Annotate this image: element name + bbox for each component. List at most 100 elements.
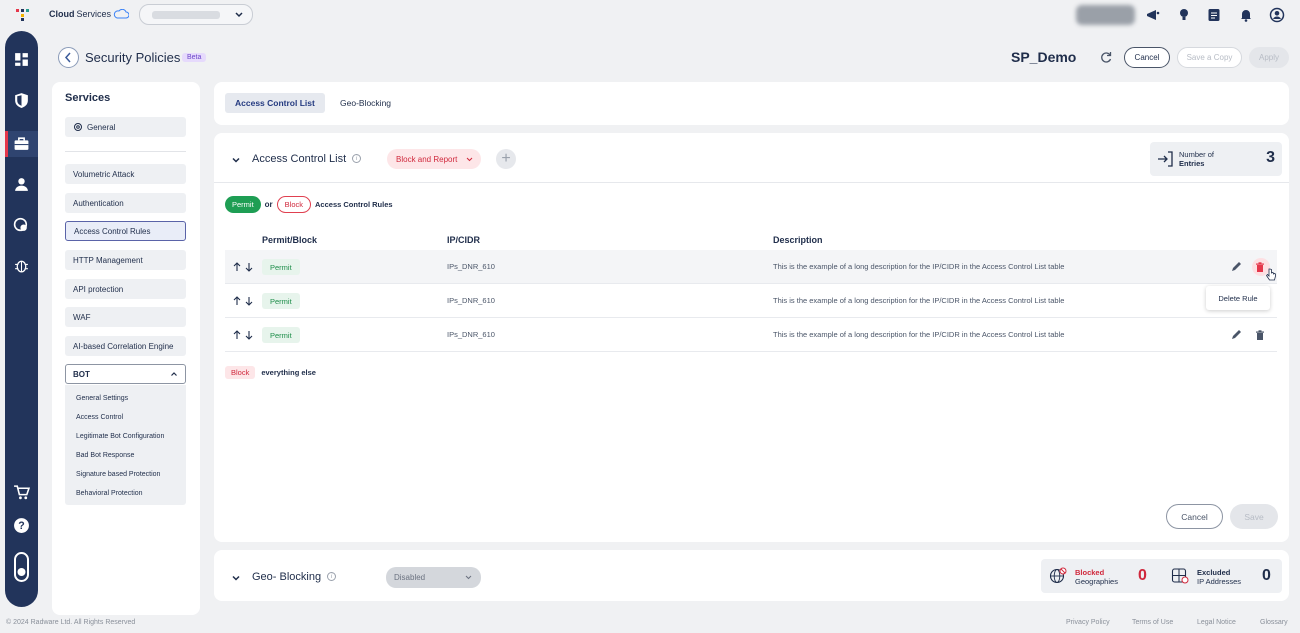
geo-blocking-title: Geo- Blocking (252, 571, 322, 583)
glossary-link[interactable]: Glossary (1260, 619, 1288, 626)
reorder-arrows-icon[interactable] (233, 296, 255, 306)
cloud-icon (113, 9, 130, 19)
sidebar-item-label: BOT (73, 369, 90, 379)
info-icon[interactable]: i (352, 154, 361, 163)
account-selector[interactable] (139, 4, 253, 25)
acl-legend: Permit or Block Access Control Rules (225, 196, 393, 213)
block-badge: Block (225, 366, 256, 379)
apply-button[interactable]: Apply (1249, 47, 1289, 68)
page-title: Security Policies (85, 50, 181, 65)
sidebar-divider (65, 151, 186, 152)
description-value: This is the example of a long descriptio… (773, 262, 1065, 271)
brand-name-rest: Services (76, 9, 112, 19)
terms-of-use-link[interactable]: Terms of Use (1132, 619, 1173, 626)
notes-icon[interactable] (1206, 7, 1222, 23)
megaphone-icon[interactable] (1145, 7, 1161, 23)
excluded-ip-count: 0 (1262, 567, 1271, 584)
legal-notice-link[interactable]: Legal Notice (1197, 619, 1236, 626)
sidebar-item-api-protection[interactable]: API protection (65, 279, 186, 299)
chevron-down-icon (235, 12, 243, 18)
hand-cursor-icon (1265, 268, 1276, 281)
sidebar-item-authentication[interactable]: Authentication (65, 193, 186, 213)
trash-icon[interactable] (1254, 329, 1266, 341)
beta-badge: Beta (182, 53, 207, 62)
back-button[interactable] (58, 47, 79, 68)
table-row[interactable]: Permit IPs_DNR_610 This is the example o… (225, 284, 1277, 318)
table-row[interactable]: Permit IPs_DNR_610 This is the example o… (225, 318, 1277, 352)
sidebar-item-volumetric-attack[interactable]: Volumetric Attack (65, 164, 186, 184)
globe-block-icon (1049, 567, 1067, 584)
acl-cancel-button[interactable]: Cancel (1166, 504, 1223, 529)
top-bar: Cloud Services (0, 0, 1300, 30)
user-avatar-icon[interactable] (1269, 7, 1285, 23)
footer: © 2024 Radware Ltd. All Rights Reserved … (0, 617, 1300, 633)
acl-title: Access Control List (252, 153, 347, 165)
privacy-policy-link[interactable]: Privacy Policy (1066, 619, 1110, 626)
navigation-rail: ? (5, 31, 38, 607)
acl-save-button[interactable]: Save (1230, 504, 1278, 529)
tab-access-control-list[interactable]: Access Control List (225, 93, 325, 113)
blocked-label-1: Blocked (1075, 568, 1105, 577)
reorder-arrows-icon[interactable] (233, 330, 255, 340)
bell-icon[interactable] (1238, 7, 1254, 23)
tab-geo-blocking[interactable]: Geo-Blocking (330, 93, 401, 113)
sidebar-item-http-management[interactable]: HTTP Management (65, 250, 186, 270)
geo-stats: Blocked Geographies 0 Excluded IP Addresse… (1041, 559, 1282, 593)
sidebar-item-bot[interactable]: BOT (65, 364, 186, 384)
shield-icon[interactable] (13, 92, 30, 109)
sidebar-item-general[interactable]: General (65, 117, 186, 137)
bot-submenu: General Settings Access Control Legitima… (65, 385, 186, 505)
reorder-arrows-icon[interactable] (233, 262, 255, 272)
chevron-down-icon (466, 157, 473, 162)
dashboard-icon[interactable] (13, 51, 30, 68)
analytics-icon[interactable] (13, 216, 30, 233)
pencil-icon[interactable] (1230, 261, 1242, 273)
column-header-ip-cidr: IP/CIDR (447, 235, 481, 245)
sidebar-item-waf[interactable]: WAF (65, 307, 186, 327)
bot-sub-behavioral-protection[interactable]: Behavioral Protection (76, 490, 143, 497)
refresh-icon[interactable] (1099, 50, 1113, 64)
add-rule-button[interactable]: + (496, 149, 516, 169)
chevron-down-icon[interactable] (231, 155, 241, 165)
import-icon (1158, 151, 1173, 167)
entries-label-2: Entries (1179, 159, 1205, 168)
table-row[interactable]: Permit IPs_DNR_610 This is the example o… (225, 250, 1277, 284)
bug-icon[interactable] (13, 257, 30, 274)
entries-label-1: Number of (1179, 150, 1215, 159)
bot-sub-access-control[interactable]: Access Control (76, 414, 123, 421)
app-launcher-icon[interactable] (15, 8, 31, 22)
sidebar-item-access-control-rules[interactable]: Access Control Rules (65, 221, 186, 241)
chevron-left-icon (64, 52, 71, 63)
lightbulb-icon[interactable] (1176, 7, 1192, 23)
bot-sub-signature-protection[interactable]: Signature based Protection (76, 471, 160, 478)
save-copy-button[interactable]: Save a Copy (1177, 47, 1242, 68)
chevron-down-icon[interactable] (231, 573, 241, 583)
geo-status-select[interactable]: Disabled (386, 567, 481, 588)
entries-count: 3 (1266, 149, 1275, 166)
pencil-icon[interactable] (1230, 329, 1242, 341)
theme-toggle-icon[interactable] (12, 552, 31, 582)
bot-sub-bad-bot-response[interactable]: Bad Bot Response (76, 452, 134, 459)
blocked-geographies-label: Blocked Geographies (1075, 568, 1118, 586)
bot-sub-legitimate-bot[interactable]: Legitimate Bot Configuration (76, 433, 164, 440)
ip-cidr-value: IPs_DNR_610 (447, 262, 495, 271)
info-icon[interactable]: i (327, 572, 336, 581)
briefcase-icon[interactable] (13, 135, 30, 152)
bot-sub-general-settings[interactable]: General Settings (76, 395, 128, 402)
excluded-label-2: IP Addresses (1197, 577, 1242, 586)
sidebar-item-ai-correlation[interactable]: AI-based Correlation Engine (65, 336, 186, 356)
cancel-button[interactable]: Cancel (1124, 47, 1170, 68)
delete-rule-tooltip: Delete Rule (1206, 286, 1270, 310)
default-rule-text: everything else (261, 368, 316, 377)
help-icon[interactable]: ? (13, 517, 30, 534)
tabs-bar: Access Control List Geo-Blocking (214, 82, 1289, 125)
cart-icon[interactable] (13, 484, 30, 501)
ip-cidr-value: IPs_DNR_610 (447, 330, 495, 339)
acl-mode-select[interactable]: Block and Report (387, 149, 481, 169)
user-icon[interactable] (13, 176, 30, 193)
divider (214, 182, 1289, 183)
permit-badge: Permit (262, 259, 300, 275)
blocked-geographies-count: 0 (1138, 567, 1147, 584)
gear-icon (74, 123, 82, 131)
legend-block-badge: Block (276, 196, 312, 213)
